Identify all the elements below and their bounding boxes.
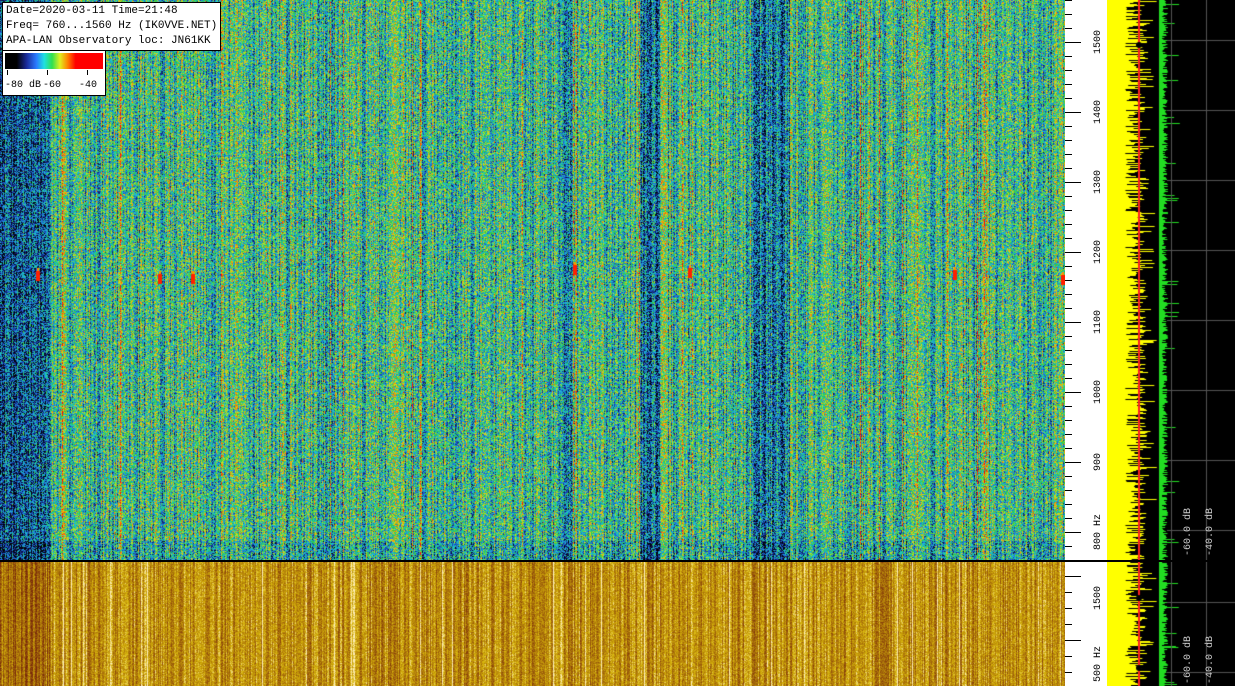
spectrum-panel-top: -60.0 dB -40.0 dB	[1107, 0, 1235, 560]
axis-tick	[1065, 266, 1072, 267]
info-frequency: Freq= 760...1560 Hz (IK0VVE.NET)	[6, 20, 218, 32]
waterfall-canvas	[0, 0, 1065, 560]
axis-tick	[1065, 504, 1072, 505]
spectrum-panel-bottom: -60.0 dB -40.0 dB	[1107, 562, 1235, 686]
axis-tick	[1065, 182, 1081, 183]
scale-tick	[87, 70, 88, 75]
info-date-time: Date=2020-03-11 Time=21:48	[6, 5, 178, 17]
axis-tick	[1065, 14, 1072, 15]
axis-tick	[1065, 624, 1072, 625]
axis-tick	[1065, 154, 1072, 155]
waterfall-canvas-lower	[0, 562, 1065, 686]
axis-tick	[1065, 42, 1081, 43]
axis-tick	[1065, 56, 1072, 57]
frequency-axis: 1500 1400 1300 1200 1100 1000 900 800 Hz	[1065, 0, 1107, 560]
axis-tick	[1065, 28, 1072, 29]
axis-tick	[1065, 378, 1072, 379]
axis-tick	[1065, 252, 1081, 253]
axis-tick	[1065, 462, 1081, 463]
axis-tick	[1065, 70, 1072, 71]
info-overlay: Date=2020-03-11 Time=21:48 Freq= 760...1…	[2, 2, 222, 51]
axis-tick	[1065, 350, 1072, 351]
axis-label: 800 Hz	[1093, 513, 1104, 550]
axis-label: 1200	[1093, 239, 1104, 264]
axis-tick	[1065, 126, 1072, 127]
axis-label-500: 500 Hz	[1093, 645, 1104, 682]
axis-tick	[1065, 576, 1081, 577]
scale-tick	[7, 70, 8, 75]
axis-tick	[1065, 140, 1072, 141]
axis-tick	[1065, 656, 1072, 657]
axis-tick	[1065, 406, 1072, 407]
axis-tick	[1065, 448, 1072, 449]
scale-label-80: -80 dB	[5, 80, 42, 91]
db-label-60-lower: -60.0 dB	[1183, 635, 1194, 684]
db-label-40: -40.0 dB	[1205, 507, 1216, 556]
axis-tick	[1065, 294, 1072, 295]
axis-tick	[1065, 280, 1072, 281]
axis-tick	[1065, 196, 1072, 197]
db-label-60: -60.0 dB	[1183, 507, 1194, 556]
axis-label-1500: 1500	[1093, 585, 1104, 610]
axis-tick	[1065, 168, 1072, 169]
axis-tick	[1065, 112, 1081, 113]
axis-tick	[1065, 322, 1081, 323]
axis-tick	[1065, 224, 1072, 225]
color-scale-bar	[5, 53, 103, 69]
axis-tick	[1065, 518, 1072, 519]
axis-tick	[1065, 238, 1072, 239]
axis-tick	[1065, 210, 1072, 211]
axis-tick	[1065, 546, 1072, 547]
axis-label: 1100	[1093, 309, 1104, 334]
axis-label: 1400	[1093, 99, 1104, 124]
axis-tick	[1065, 592, 1072, 593]
axis-tick	[1065, 98, 1072, 99]
scale-tick	[47, 70, 48, 75]
axis-tick	[1065, 672, 1072, 673]
axis-tick	[1065, 364, 1072, 365]
axis-label: 1500	[1093, 29, 1104, 54]
color-scale-legend: -80 dB -60 -40	[2, 50, 106, 96]
scale-label-40: -40	[79, 80, 98, 91]
axis-tick	[1065, 0, 1072, 1]
waterfall-spectrogram-top	[0, 0, 1065, 560]
spectrum-canvas	[1107, 0, 1235, 560]
axis-label: 1000	[1093, 379, 1104, 404]
axis-tick	[1065, 420, 1072, 421]
axis-tick	[1065, 476, 1072, 477]
info-observatory: APA-LAN Observatory loc: JN61KK	[6, 35, 211, 47]
waterfall-spectrogram-bottom	[0, 562, 1065, 686]
axis-tick	[1065, 640, 1081, 641]
axis-tick	[1065, 392, 1081, 393]
axis-tick	[1065, 608, 1072, 609]
scale-label-60: -60	[43, 80, 62, 91]
frequency-axis-lower: 1500 500 Hz	[1065, 562, 1107, 686]
axis-tick	[1065, 532, 1081, 533]
axis-tick	[1065, 308, 1072, 309]
axis-tick	[1065, 490, 1072, 491]
axis-tick	[1065, 84, 1072, 85]
axis-tick	[1065, 336, 1072, 337]
db-label-40-lower: -40.0 dB	[1205, 635, 1216, 684]
axis-tick	[1065, 434, 1072, 435]
axis-label: 1300	[1093, 169, 1104, 194]
axis-label: 900	[1093, 452, 1104, 471]
